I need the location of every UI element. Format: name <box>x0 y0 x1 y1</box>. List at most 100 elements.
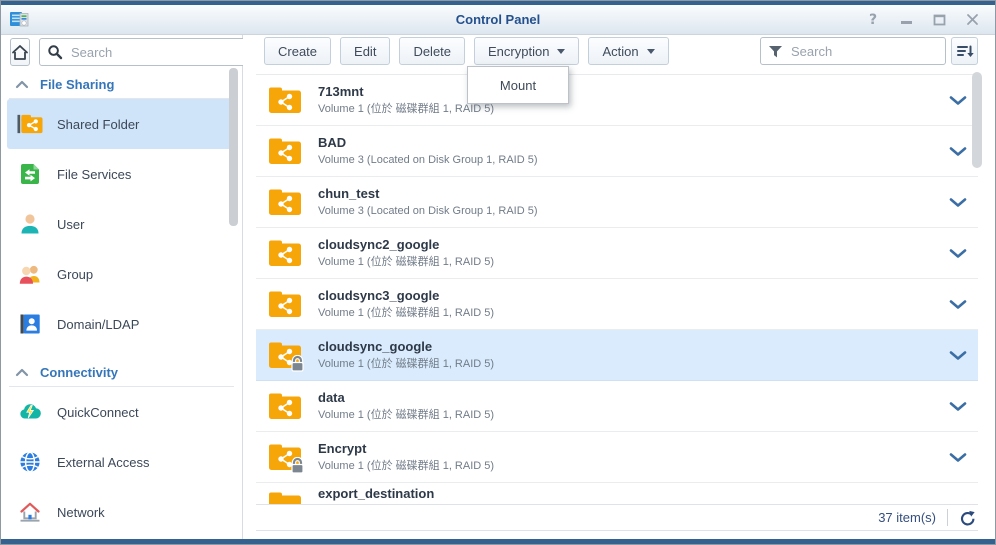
sidebar-item-label: QuickConnect <box>57 405 139 420</box>
edit-button[interactable]: Edit <box>340 37 390 65</box>
search-icon <box>47 44 63 60</box>
list-scrollbar[interactable] <box>972 72 982 168</box>
chevron-down-icon[interactable] <box>949 197 967 208</box>
filter-search-input[interactable] <box>789 43 938 60</box>
lock-icon <box>290 457 305 474</box>
table-row[interactable]: Encrypt Volume 1 (位於 磁碟群組 1, RAID 5) <box>256 432 978 483</box>
titlebar: Control Panel ? <box>1 5 995 35</box>
chevron-down-icon[interactable] <box>949 248 967 259</box>
folder-name: Encrypt <box>318 441 494 456</box>
chevron-up-icon <box>15 368 29 377</box>
window-bottom-strip <box>1 539 995 544</box>
create-button-label: Create <box>278 44 317 59</box>
shared-folder-icon <box>268 137 302 165</box>
folder-location: Volume 1 (位於 磁碟群組 1, RAID 5) <box>318 409 494 422</box>
folder-location: Volume 1 (位於 磁碟群組 1, RAID 5) <box>318 358 494 371</box>
folder-name: data <box>318 390 494 405</box>
section-header-file-sharing[interactable]: File Sharing <box>9 74 234 99</box>
sidebar-item-group[interactable]: Group <box>7 249 236 299</box>
sidebar-item-label: Shared Folder <box>57 117 139 132</box>
section-header-connectivity[interactable]: Connectivity <box>9 362 234 387</box>
minimize-icon[interactable] <box>899 13 913 27</box>
shared-folder-icon <box>268 392 302 420</box>
create-button[interactable]: Create <box>264 37 331 65</box>
action-dropdown-button[interactable]: Action <box>588 37 668 65</box>
encrypted-shared-folder-icon <box>268 341 302 369</box>
domain-ldap-icon <box>17 311 43 337</box>
filter-search-box <box>760 37 946 65</box>
chevron-down-icon[interactable] <box>949 401 967 412</box>
folder-location: Volume 1 (位於 磁碟群組 1, RAID 5) <box>318 256 494 269</box>
encryption-button-label: Encryption <box>488 44 549 59</box>
chevron-down-icon[interactable] <box>949 299 967 310</box>
sidebar-item-label: External Access <box>57 455 150 470</box>
folder-name: cloudsync3_google <box>318 288 494 303</box>
close-icon[interactable] <box>965 13 979 27</box>
folder-location: Volume 1 (位於 磁碟群組 1, RAID 5) <box>318 103 494 116</box>
caret-down-icon <box>557 49 565 54</box>
sort-button[interactable] <box>951 37 978 65</box>
shared-folder-icon <box>268 491 302 505</box>
shared-folder-panel: Create Edit Delete Encryption Action <box>243 35 995 539</box>
window-title: Control Panel <box>1 12 995 27</box>
table-row-clipped[interactable]: export_destination <box>256 483 978 505</box>
chevron-down-icon[interactable] <box>949 95 967 106</box>
sidebar-scrollbar[interactable] <box>229 68 238 226</box>
encryption-menu: Mount <box>467 66 569 104</box>
action-button-label: Action <box>602 44 638 59</box>
external-access-icon <box>17 449 43 475</box>
help-icon[interactable]: ? <box>866 13 880 27</box>
quickconnect-icon <box>17 399 43 425</box>
refresh-button[interactable] <box>959 510 975 526</box>
menu-item-mount[interactable]: Mount <box>500 78 536 93</box>
sidebar-item-label: Domain/LDAP <box>57 317 139 332</box>
window-controls: ? <box>866 13 995 27</box>
user-icon <box>17 211 43 237</box>
encrypted-shared-folder-icon <box>268 443 302 471</box>
sidebar-item-quickconnect[interactable]: QuickConnect <box>7 387 236 437</box>
sidebar-item-label: File Services <box>57 167 131 182</box>
sidebar-search-input[interactable] <box>69 44 249 61</box>
chevron-down-icon[interactable] <box>949 452 967 463</box>
folder-location: Volume 3 (Located on Disk Group 1, RAID … <box>318 154 538 167</box>
sidebar-toolbar <box>1 38 242 66</box>
sort-icon <box>954 41 975 61</box>
folder-location: Volume 1 (位於 磁碟群組 1, RAID 5) <box>318 307 494 320</box>
sidebar-item-file-services[interactable]: File Services <box>7 149 236 199</box>
sidebar-search-box <box>39 38 257 66</box>
delete-button[interactable]: Delete <box>399 37 465 65</box>
table-row[interactable]: cloudsync2_googleVolume 1 (位於 磁碟群組 1, RA… <box>256 228 978 279</box>
table-row[interactable]: cloudsync3_google Volume 1 (位於 磁碟群組 1, RA… <box>256 279 978 330</box>
chevron-down-icon[interactable] <box>949 350 967 361</box>
encryption-dropdown-button[interactable]: Encryption <box>474 37 579 65</box>
sidebar-item-external-access[interactable]: External Access <box>7 437 236 487</box>
list-statusbar: 37 item(s) <box>256 504 978 531</box>
shared-folder-icon <box>268 188 302 216</box>
sidebar-item-domain-ldap[interactable]: Domain/LDAP <box>7 299 236 349</box>
control-panel-window: Control Panel ? <box>0 0 996 545</box>
folder-location: Volume 3 (Located on Disk Group 1, RAID … <box>318 205 538 218</box>
folder-location: Volume 1 (位於 磁碟群組 1, RAID 5) <box>318 460 494 473</box>
sidebar-item-label: Network <box>57 505 105 520</box>
group-icon <box>17 261 43 287</box>
chevron-up-icon <box>15 80 29 89</box>
caret-down-icon <box>647 49 655 54</box>
folder-name: export_destination <box>318 486 434 501</box>
table-row[interactable]: chun_testVolume 3 (Located on Disk Group… <box>256 177 978 228</box>
table-row[interactable]: 713mntVolume 1 (位於 磁碟群組 1, RAID 5) <box>256 75 978 126</box>
maximize-icon[interactable] <box>932 13 946 27</box>
delete-button-label: Delete <box>413 44 451 59</box>
sidebar-item-shared-folder[interactable]: Shared Folder <box>7 99 236 149</box>
control-panel-app-icon <box>9 11 29 28</box>
home-icon <box>11 44 29 61</box>
table-row[interactable]: BAD Volume 3 (Located on Disk Group 1, RA… <box>256 126 978 177</box>
folder-name: BAD <box>318 135 538 150</box>
chevron-down-icon[interactable] <box>949 146 967 157</box>
sidebar-item-label: Group <box>57 267 93 282</box>
sidebar-item-network[interactable]: Network <box>7 487 236 537</box>
table-row[interactable]: data Volume 1 (位於 磁碟群組 1, RAID 5) <box>256 381 978 432</box>
home-button[interactable] <box>10 38 30 66</box>
edit-button-label: Edit <box>354 44 376 59</box>
table-row-selected[interactable]: cloudsync_googleVolume 1 (位於 磁碟群組 1, RAI… <box>256 330 978 381</box>
sidebar-item-user[interactable]: User <box>7 199 236 249</box>
